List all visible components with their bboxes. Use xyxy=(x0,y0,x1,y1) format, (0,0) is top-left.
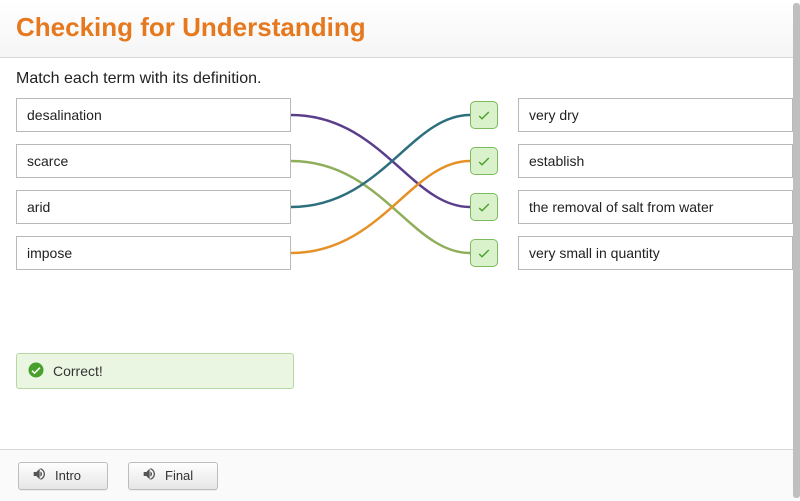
terms-column: desalination scarce arid impose xyxy=(16,98,291,282)
instruction-text: Match each term with its definition. xyxy=(16,70,784,88)
definition-item[interactable]: very dry xyxy=(518,98,793,132)
correct-check-icon xyxy=(470,193,498,221)
connection-path xyxy=(291,161,470,253)
app-root: Checking for Understanding Match each te… xyxy=(0,0,800,501)
speaker-icon xyxy=(141,466,157,485)
connection-path xyxy=(291,115,470,207)
correct-icon xyxy=(27,361,45,382)
header: Checking for Understanding xyxy=(0,0,800,58)
term-item[interactable]: scarce xyxy=(16,144,291,178)
intro-audio-label: Intro xyxy=(55,468,81,483)
term-item[interactable]: arid xyxy=(16,190,291,224)
scrollbar[interactable] xyxy=(793,3,800,498)
intro-audio-button[interactable]: Intro xyxy=(18,462,108,490)
body: Match each term with its definition. des… xyxy=(0,58,800,389)
speaker-icon xyxy=(31,466,47,485)
final-audio-button[interactable]: Final xyxy=(128,462,218,490)
match-area: desalination scarce arid impose xyxy=(16,98,784,298)
definitions-column: very dry establish the removal of salt f… xyxy=(518,98,793,282)
feedback-text: Correct! xyxy=(53,363,103,379)
checks-column xyxy=(470,98,500,285)
feedback-banner: Correct! xyxy=(16,353,294,389)
final-audio-label: Final xyxy=(165,468,193,483)
definition-item[interactable]: the removal of salt from water xyxy=(518,190,793,224)
definition-item[interactable]: very small in quantity xyxy=(518,236,793,270)
page-title: Checking for Understanding xyxy=(16,12,784,43)
definition-item[interactable]: establish xyxy=(518,144,793,178)
correct-check-icon xyxy=(470,147,498,175)
connection-path xyxy=(291,115,470,207)
correct-check-icon xyxy=(470,239,498,267)
connection-path xyxy=(291,161,470,253)
term-item[interactable]: impose xyxy=(16,236,291,270)
footer: Intro Final xyxy=(0,449,800,501)
correct-check-icon xyxy=(470,101,498,129)
term-item[interactable]: desalination xyxy=(16,98,291,132)
